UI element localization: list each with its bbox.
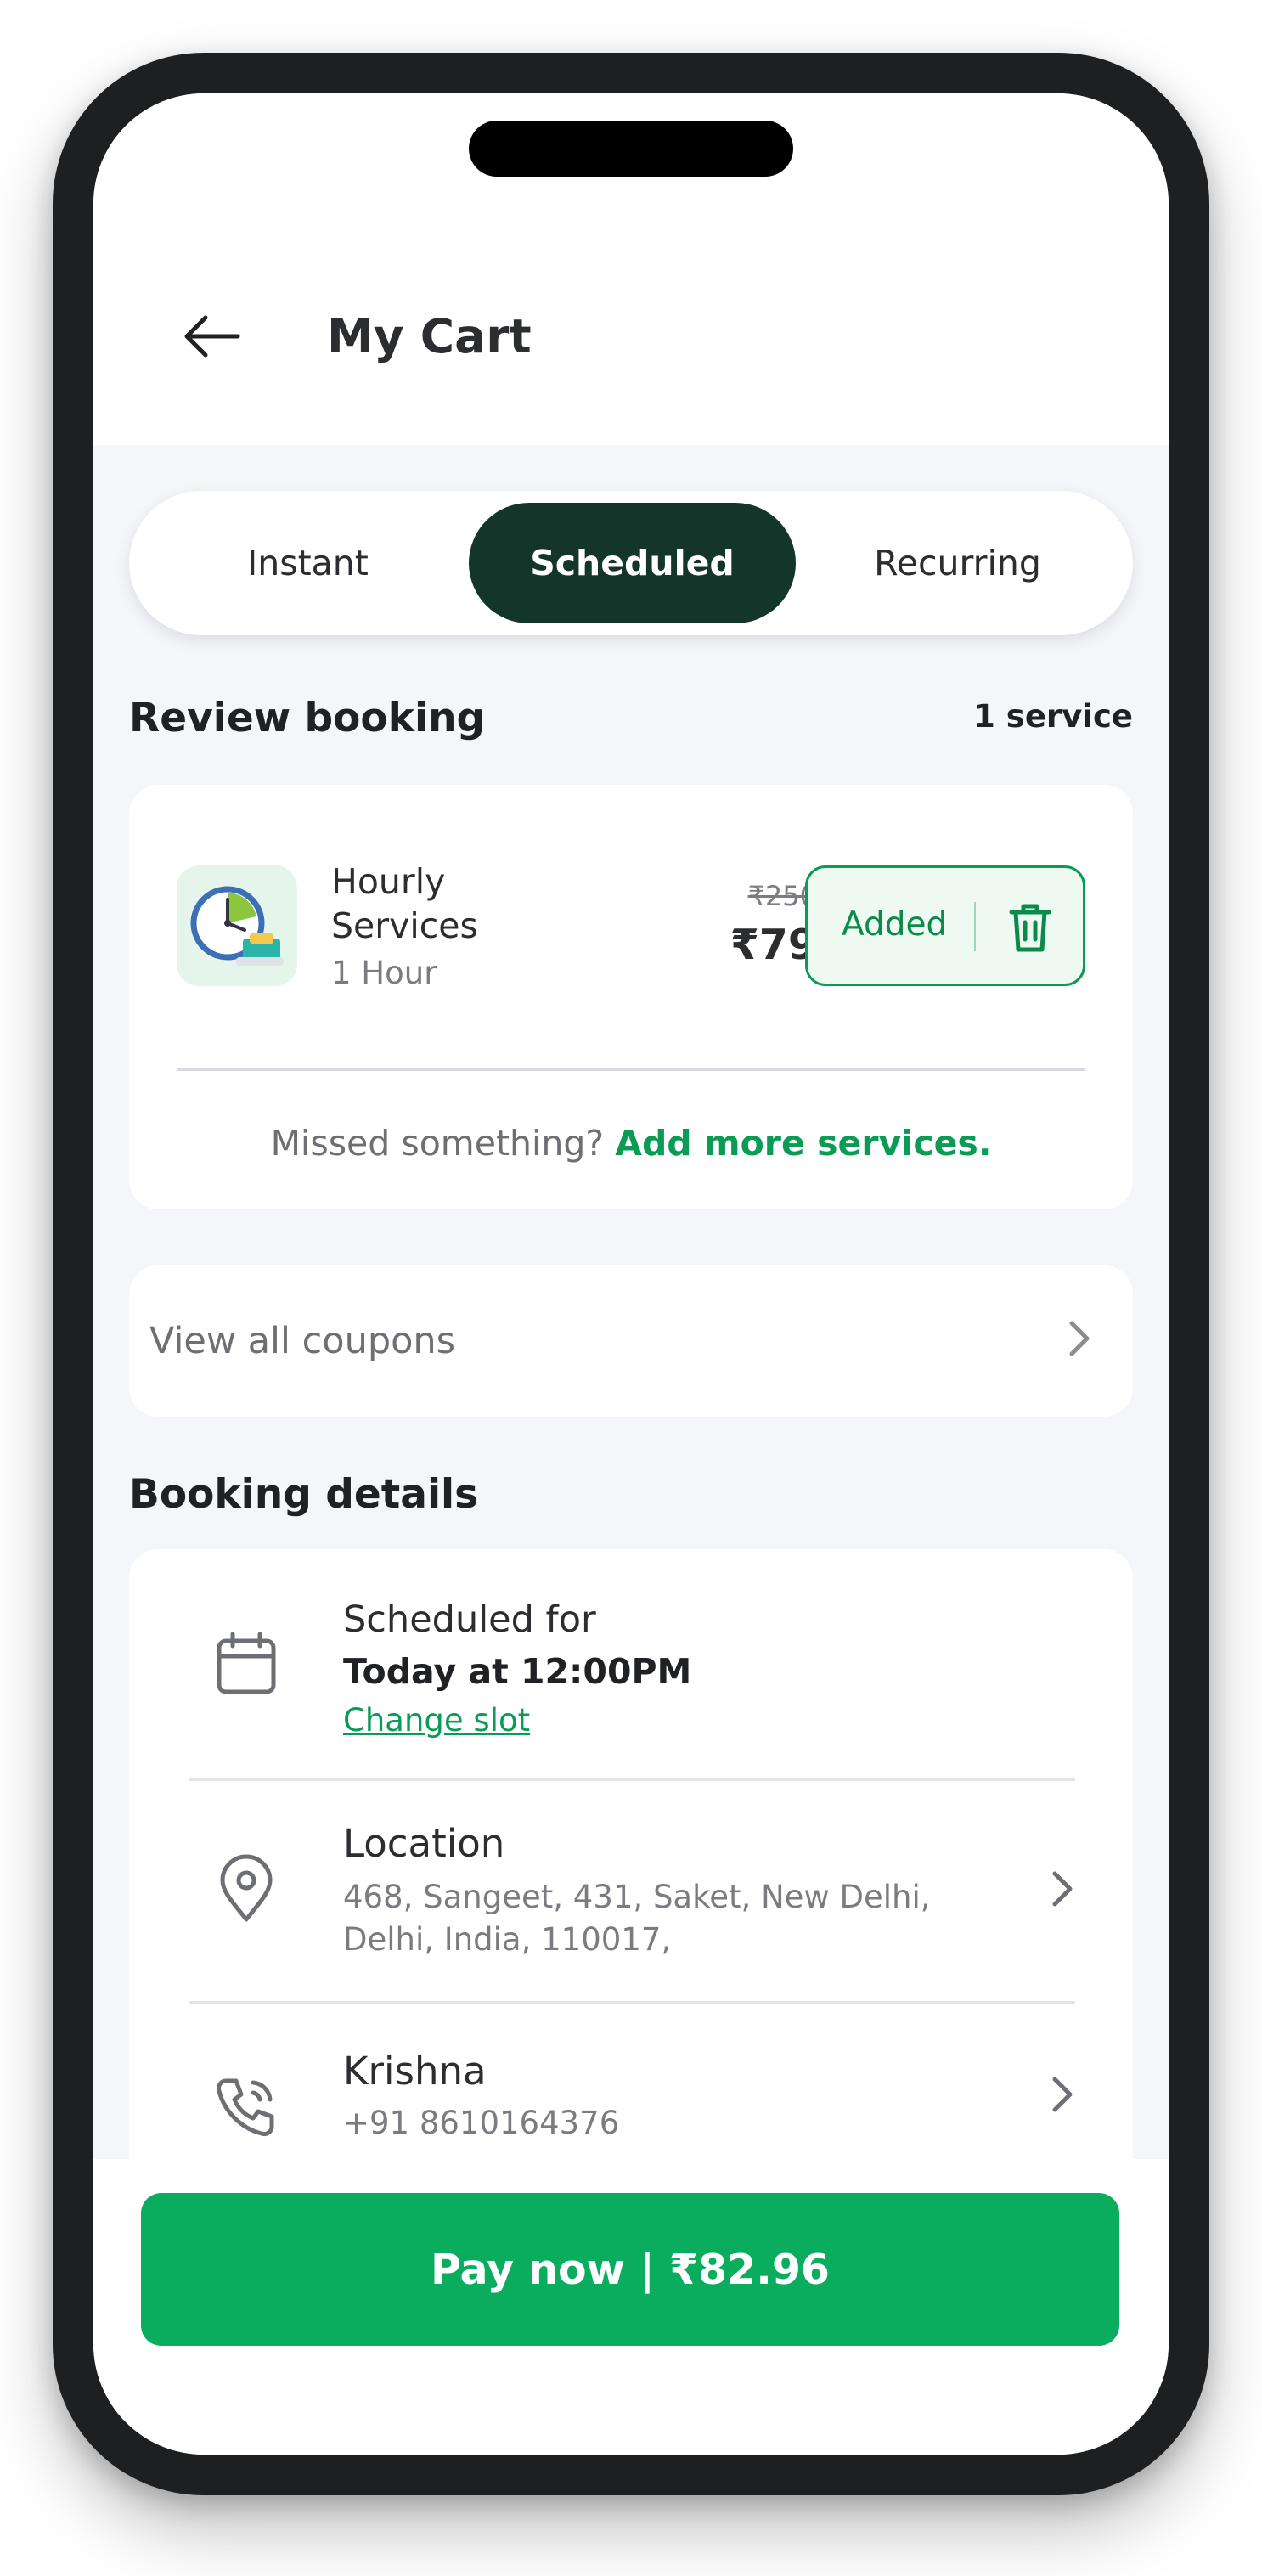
location-title: Location [343, 1821, 505, 1866]
location-pin-icon [211, 1853, 282, 1925]
view-coupons-row[interactable]: View all coupons [129, 1265, 1133, 1417]
tab-scheduled[interactable]: Scheduled [469, 503, 796, 623]
service-thumbnail [177, 865, 297, 986]
scheduled-time: Today at 12:00PM [343, 1651, 692, 1692]
bottom-bar: Pay now | ₹82.96 [93, 2159, 1169, 2455]
pill-divider [974, 902, 976, 951]
tab-instant[interactable]: Instant [144, 503, 471, 623]
chevron-right-icon[interactable] [1038, 1865, 1085, 1913]
coupons-label: View all coupons [149, 1320, 456, 1362]
contact-phone: +91 8610164376 [343, 2105, 620, 2141]
chevron-right-icon [1055, 1315, 1102, 1362]
phone-call-icon [211, 2071, 282, 2142]
location-address: 468, Sangeet, 431, Saket, New Delhi, Del… [343, 1879, 931, 1958]
add-more-services-link[interactable]: Add more services. [615, 1123, 991, 1164]
divider [177, 1068, 1085, 1071]
pay-now-button[interactable]: Pay now | ₹82.96 [141, 2193, 1119, 2346]
review-booking-heading: Review booking [129, 695, 486, 741]
review-card: Hourly Services 1 Hour ₹250 ₹79 Added Mi… [129, 785, 1133, 1209]
chevron-right-icon[interactable] [1038, 2071, 1085, 2118]
service-duration: 1 Hour [331, 955, 437, 991]
service-name: Hourly Services [331, 861, 478, 946]
scheduled-for-label: Scheduled for [343, 1598, 596, 1641]
tab-recurring[interactable]: Recurring [794, 503, 1121, 623]
booking-details-card: Scheduled for Today at 12:00PM Change sl… [129, 1549, 1133, 2246]
divider [189, 2001, 1075, 2004]
trash-icon[interactable] [1000, 897, 1061, 958]
page-title: My Cart [327, 309, 532, 364]
added-toggle[interactable]: Added [805, 865, 1085, 986]
divider [189, 1778, 1075, 1781]
discounted-price: ₹79 [730, 921, 817, 969]
booking-type-tabs: Instant Scheduled Recurring [129, 491, 1133, 635]
original-price: ₹250 [747, 880, 817, 912]
missed-something-text: Missed something? [270, 1123, 605, 1164]
missed-something-line: Missed something? Add more services. [129, 1123, 1133, 1164]
app-bar: My Cart [93, 93, 1169, 445]
added-label: Added [842, 905, 948, 944]
change-slot-link[interactable]: Change slot [343, 1702, 530, 1739]
back-arrow-icon[interactable] [182, 306, 243, 367]
service-count: 1 service [973, 698, 1133, 735]
calendar-icon [211, 1627, 282, 1699]
contact-name: Krishna [343, 2049, 487, 2094]
dynamic-island [469, 121, 793, 177]
screen: My Cart Instant Scheduled Recurring Revi… [93, 93, 1169, 2455]
booking-details-heading: Booking details [129, 1471, 479, 1518]
